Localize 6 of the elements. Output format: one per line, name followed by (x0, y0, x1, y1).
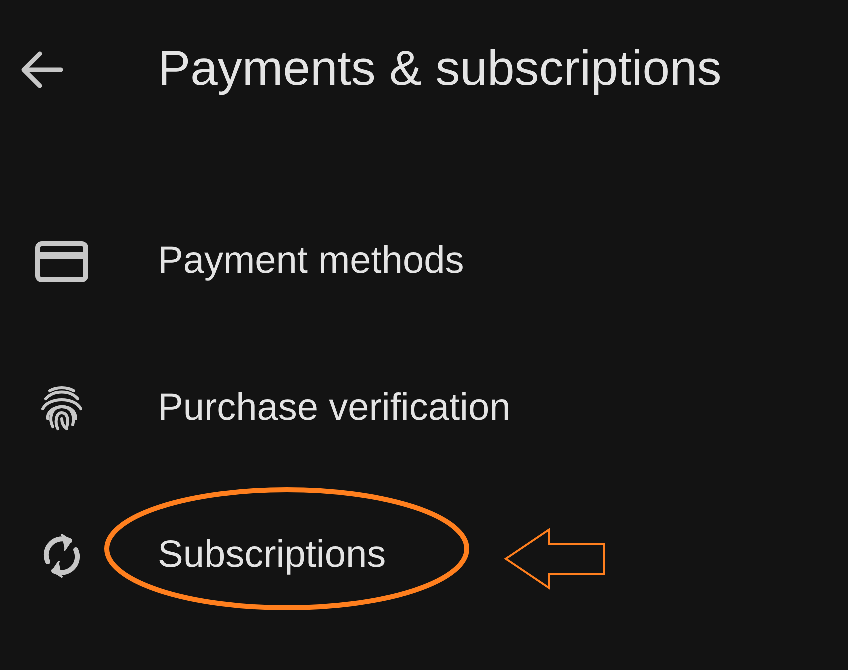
page-title: Payments & subscriptions (158, 41, 722, 98)
menu-item-label[interactable]: Payment methods (158, 233, 464, 290)
credit-card-icon (35, 240, 89, 282)
back-arrow-icon (19, 50, 63, 90)
menu-item-label[interactable]: Subscriptions (158, 527, 386, 584)
menu-item-label[interactable]: Purchase verification (158, 380, 511, 437)
